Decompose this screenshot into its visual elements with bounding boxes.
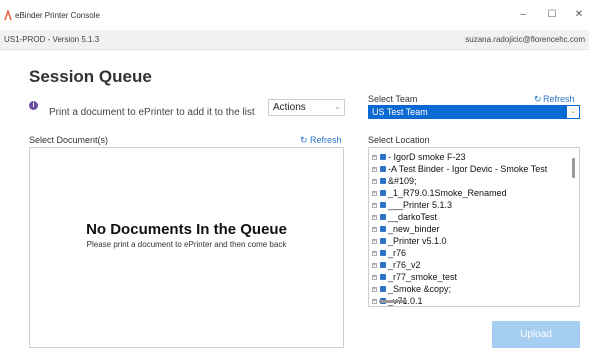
chevron-down-icon: ⌄ xyxy=(567,106,579,118)
empty-queue-subtitle: Please print a document to ePrinter and … xyxy=(86,240,287,249)
refresh-icon[interactable]: ↻ xyxy=(534,94,542,105)
select-team-label: Select Team xyxy=(368,94,418,104)
title-bar: eBinder Printer Console – ☐ ✕ xyxy=(0,0,589,30)
location-item-label: &#109; xyxy=(388,176,417,186)
tree-expand-icon[interactable]: + xyxy=(372,203,377,208)
vertical-scrollbar[interactable] xyxy=(572,158,575,178)
location-item[interactable]: + _r76_v2 xyxy=(372,260,567,272)
select-location-label: Select Location xyxy=(368,135,430,145)
horizontal-scrollbar[interactable] xyxy=(379,300,407,303)
team-selected-value: US Test Team xyxy=(372,107,428,117)
select-documents-label: Select Document(s) xyxy=(29,135,109,145)
location-item-label: __darkoTest xyxy=(388,212,438,222)
empty-queue-title: No Documents In the Queue xyxy=(86,221,287,238)
info-text: Print a document to ePrinter to add it t… xyxy=(49,107,255,118)
team-refresh-link[interactable]: Refresh xyxy=(543,94,575,104)
tree-expand-icon[interactable]: + xyxy=(372,191,377,196)
refresh-icon[interactable]: ↻ xyxy=(300,135,308,146)
location-item[interactable]: + -A Test Binder - Igor Devic - Smoke Tes… xyxy=(372,164,567,176)
binder-icon xyxy=(380,202,386,208)
binder-icon xyxy=(380,226,386,232)
binder-icon xyxy=(380,154,386,160)
location-item-label: _r77_smoke_test xyxy=(388,272,458,282)
documents-refresh-link[interactable]: Refresh xyxy=(310,135,342,145)
tree-expand-icon[interactable]: + xyxy=(372,239,377,244)
location-item-label: -A Test Binder - Igor Devic - Smoke Test xyxy=(388,164,548,174)
location-item-label: ___Printer 5.1.3 xyxy=(388,200,453,210)
tree-expand-icon[interactable]: + xyxy=(372,215,377,220)
location-item[interactable]: + _Smoke &copy; xyxy=(372,284,567,296)
location-list: + - IgorD smoke F-23 + -A Test Binder - Igo… xyxy=(372,152,567,306)
location-item-label: _1_R79.0.1Smoke_Renamed xyxy=(388,188,507,198)
info-icon: i xyxy=(29,101,38,110)
location-item[interactable]: + - IgorD smoke F-23 xyxy=(372,152,567,164)
binder-icon xyxy=(380,286,386,292)
location-item[interactable]: + _1_R79.0.1Smoke_Renamed xyxy=(372,188,567,200)
tree-expand-icon[interactable]: + xyxy=(372,179,377,184)
location-item-label: - IgorD smoke F-23 xyxy=(388,152,466,162)
binder-icon xyxy=(380,238,386,244)
tree-expand-icon[interactable]: + xyxy=(372,167,377,172)
location-item[interactable]: + _r77_smoke_test xyxy=(372,272,567,284)
version-label: US1-PROD - Version 5.1.3 xyxy=(4,35,100,44)
location-item-label: _r76_v2 xyxy=(388,260,421,270)
document-list[interactable]: No Documents In the Queue Please print a… xyxy=(29,147,344,348)
maximize-button[interactable]: ☐ xyxy=(542,8,562,22)
ebinder-app-icon xyxy=(4,10,12,21)
tree-expand-icon[interactable]: + xyxy=(372,227,377,232)
location-item-label: _new_binder xyxy=(388,224,440,234)
window-title: eBinder Printer Console xyxy=(15,11,100,20)
binder-icon xyxy=(380,178,386,184)
location-item-label: _Smoke &copy; xyxy=(388,284,452,294)
tree-expand-icon[interactable]: + xyxy=(372,299,377,304)
binder-icon xyxy=(380,166,386,172)
binder-icon xyxy=(380,250,386,256)
binder-icon xyxy=(380,190,386,196)
actions-label: Actions xyxy=(273,102,306,113)
chevron-down-icon: ⌄ xyxy=(334,102,341,111)
location-item[interactable]: + &#109; xyxy=(372,176,567,188)
tree-expand-icon[interactable]: + xyxy=(372,263,377,268)
status-bar: US1-PROD - Version 5.1.3 suzana.radojici… xyxy=(0,30,589,50)
upload-button[interactable]: Upload xyxy=(492,321,580,348)
user-email: suzana.radojicic@florencehc.com xyxy=(465,35,585,44)
location-tree[interactable]: + - IgorD smoke F-23 + -A Test Binder - Igo… xyxy=(368,147,580,307)
team-select[interactable]: US Test Team ⌄ xyxy=(368,105,580,119)
location-item[interactable]: + _Printer v5.1.0 xyxy=(372,236,567,248)
binder-icon xyxy=(380,274,386,280)
tree-expand-icon[interactable]: + xyxy=(372,287,377,292)
location-item[interactable]: + __darkoTest xyxy=(372,212,567,224)
binder-icon xyxy=(380,262,386,268)
location-item-label: _Printer v5.1.0 xyxy=(388,236,447,246)
location-item[interactable]: + ___Printer 5.1.3 xyxy=(372,200,567,212)
minimize-button[interactable]: – xyxy=(513,8,533,22)
location-item[interactable]: + _r76 xyxy=(372,248,567,260)
location-item-label: _r76 xyxy=(388,248,407,258)
tree-expand-icon[interactable]: + xyxy=(372,275,377,280)
binder-icon xyxy=(380,214,386,220)
location-item[interactable]: + _new_binder xyxy=(372,224,567,236)
actions-dropdown[interactable]: Actions ⌄ xyxy=(268,99,345,116)
tree-expand-icon[interactable]: + xyxy=(372,155,377,160)
close-button[interactable]: ✕ xyxy=(569,8,589,22)
tree-expand-icon[interactable]: + xyxy=(372,251,377,256)
page-title: Session Queue xyxy=(29,67,152,86)
